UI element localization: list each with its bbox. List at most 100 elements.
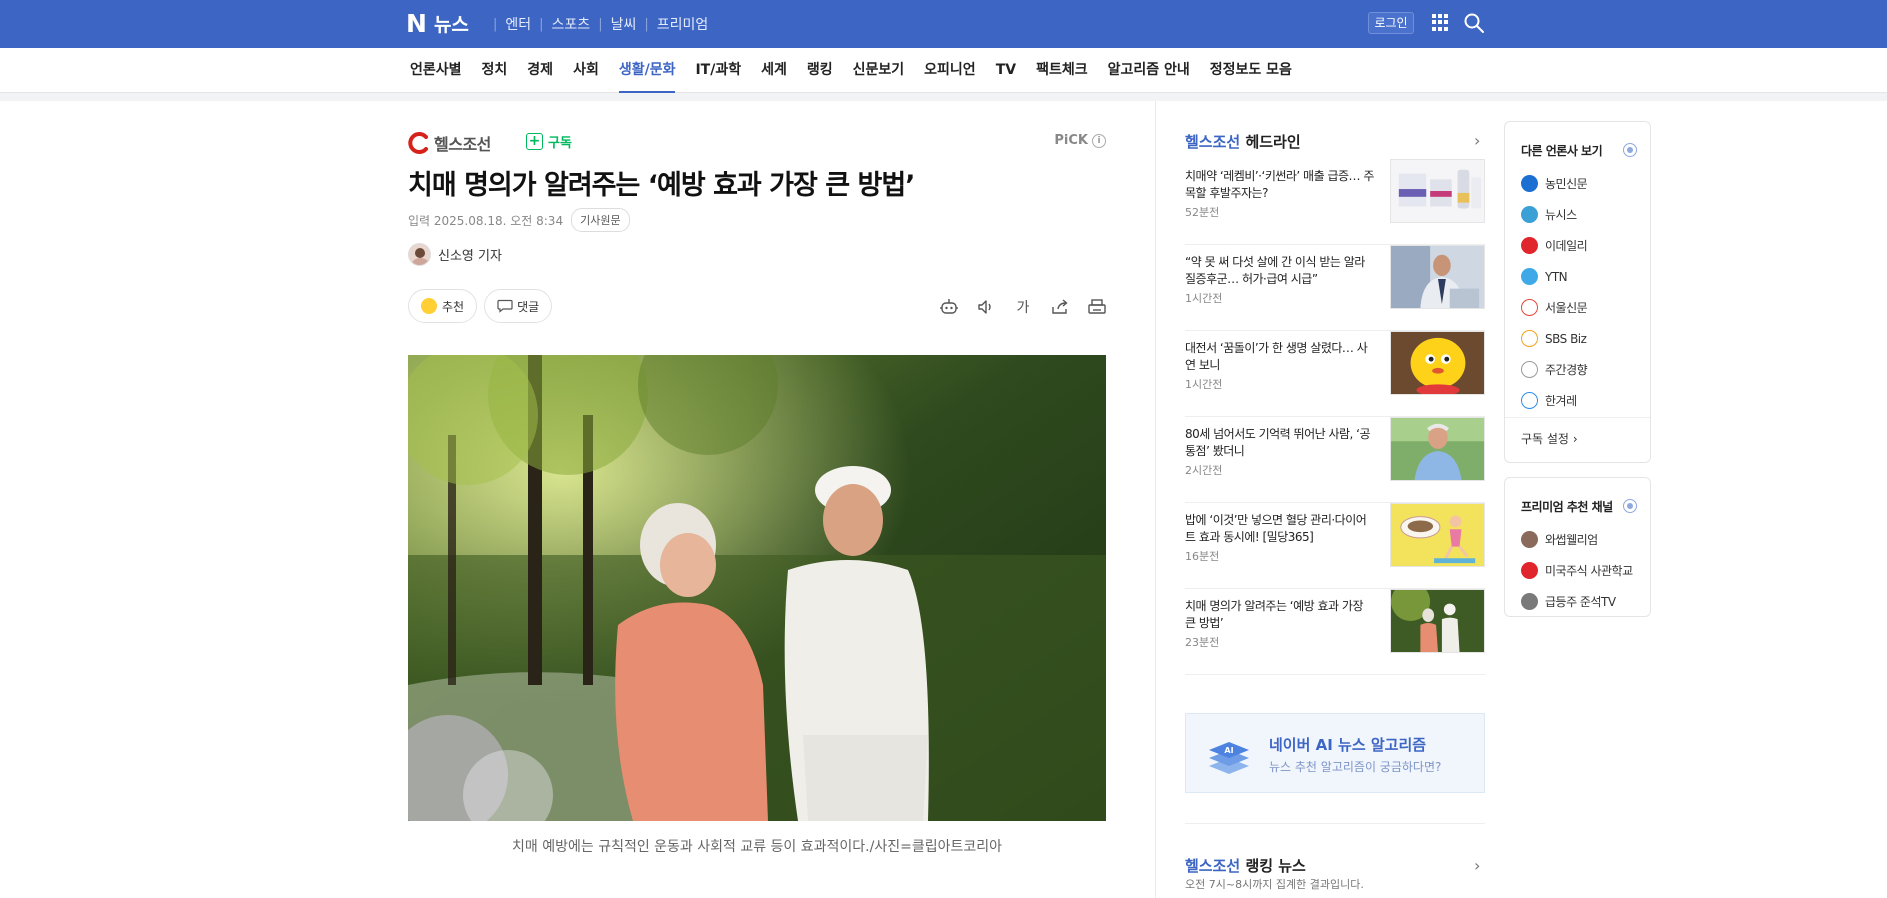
premium-channel-item[interactable]: 와썹웰리엄 xyxy=(1521,524,1633,555)
login-button[interactable]: 로그인 xyxy=(1368,12,1414,34)
headline-item-title: 밥에 ‘이것’만 넣으면 혈당 관리·다이어트 효과 동시에! [밀당365] xyxy=(1185,513,1367,544)
article-meta: 입력 2025.08.18. 오전 8:34 기사원문 xyxy=(408,208,630,232)
headline-brand: 헬스조선 xyxy=(1185,133,1241,151)
headline-item-title: “약 못 써 다섯 살에 간 이식 받는 알라질증후군… 허가·급여 시급” xyxy=(1185,255,1365,286)
recommend-label: 추천 xyxy=(442,299,465,314)
print-icon[interactable] xyxy=(1085,296,1109,318)
press-name: 헬스조선 xyxy=(434,135,491,154)
reporter[interactable]: 신소영 기자 xyxy=(408,243,502,266)
press-item[interactable]: SBS Biz xyxy=(1521,323,1587,354)
premium-channel-item[interactable]: 미국주식 사관학교 xyxy=(1521,555,1633,586)
chevron-right-icon[interactable]: › xyxy=(1474,131,1480,150)
premium-channel-box: 프리미엄 추천 채널 와썹웰리엄 미국주식 사관학교 급등주 준석TV xyxy=(1504,477,1651,617)
ai-layers-icon: AI xyxy=(1209,742,1249,774)
press-logo-icon xyxy=(1521,330,1538,347)
reporter-name: 신소영 기자 xyxy=(438,249,502,264)
naver-news-logo[interactable]: N 뉴스 xyxy=(406,9,469,38)
divider xyxy=(1185,823,1485,824)
channel-name: 급등주 준석TV xyxy=(1545,595,1616,609)
press-item[interactable]: 뉴시스 xyxy=(1521,199,1587,230)
press-item-name: YTN xyxy=(1545,269,1568,284)
original-article-button[interactable]: 기사원문 xyxy=(571,208,630,232)
comment-button[interactable]: 댓글 xyxy=(484,289,553,323)
divider: | xyxy=(539,16,544,32)
category-factcheck[interactable]: 팩트체크 xyxy=(1036,48,1088,93)
channel-avatar xyxy=(1521,562,1538,579)
category-economy[interactable]: 경제 xyxy=(527,48,553,93)
category-opinion[interactable]: 오피니언 xyxy=(924,48,976,93)
article-title: 치매 명의가 알려주는 ‘예방 효과 가장 큰 방법’ xyxy=(408,170,915,201)
divider: | xyxy=(598,16,603,32)
headline-item[interactable]: 대전서 ‘꿈돌이’가 한 생명 살렸다… 사연 보니 1시간전 xyxy=(1185,331,1485,417)
headline-thumbnail xyxy=(1390,503,1485,567)
press-logo[interactable]: 헬스조선 xyxy=(408,131,491,155)
subscribe-settings-link[interactable]: 구독 설정 › xyxy=(1505,417,1650,462)
category-corrections[interactable]: 정정보도 모음 xyxy=(1210,48,1292,93)
category-life-culture[interactable]: 생활/문화 xyxy=(618,48,675,93)
category-society[interactable]: 사회 xyxy=(573,48,599,93)
ai-news-banner[interactable]: AI 네이버 AI 뉴스 알고리즘 뉴스 추천 알고리즘이 궁금하다면? xyxy=(1185,713,1485,793)
headline-thumbnail xyxy=(1390,417,1485,481)
font-size-button[interactable]: 가 xyxy=(1011,296,1035,318)
top-nav-sports[interactable]: 스포츠 xyxy=(552,14,591,34)
category-politics[interactable]: 정치 xyxy=(482,48,508,93)
press-item[interactable]: 주간경향 xyxy=(1521,354,1588,385)
ranking-subtitle: 오전 7시~8시까지 집계한 결과입니다. xyxy=(1185,878,1364,891)
top-nav-weather[interactable]: 날씨 xyxy=(611,14,637,34)
category-ranking[interactable]: 랭킹 xyxy=(807,48,833,93)
apps-grid-icon[interactable] xyxy=(1432,14,1449,31)
headline-item-time: 16분전 xyxy=(1185,550,1220,563)
info-icon[interactable]: i xyxy=(1092,133,1106,148)
ranking-section-title[interactable]: 헬스조선 랭킹 뉴스 xyxy=(1185,855,1306,876)
toggle-icon[interactable] xyxy=(1623,143,1637,157)
press-logo-icon xyxy=(1521,237,1538,254)
press-item[interactable]: 이데일리 xyxy=(1521,230,1588,261)
category-newspaper[interactable]: 신문보기 xyxy=(853,48,905,93)
headline-item[interactable]: 치매약 ‘레켐비’·‘키썬라’ 매출 급증… 주목할 후발주자는? 52분전 xyxy=(1185,159,1485,245)
summary-bot-icon[interactable] xyxy=(937,296,961,318)
headline-section-title[interactable]: 헬스조선 헤드라인 xyxy=(1185,131,1485,152)
premium-channel-item[interactable]: 급등주 준석TV xyxy=(1521,586,1633,617)
channel-avatar xyxy=(1521,531,1538,548)
press-item-name: 농민신문 xyxy=(1545,177,1588,191)
chevron-right-icon[interactable]: › xyxy=(1474,856,1480,875)
press-logo-icon xyxy=(1521,392,1538,409)
ai-banner-title: 네이버 AI 뉴스 알고리즘 xyxy=(1269,736,1427,754)
toggle-icon[interactable] xyxy=(1623,499,1637,513)
health-chosun-mark-icon xyxy=(408,132,428,154)
headline-item[interactable]: 밥에 ‘이것’만 넣으면 혈당 관리·다이어트 효과 동시에! [밀당365] … xyxy=(1185,503,1485,589)
category-tv[interactable]: TV xyxy=(996,48,1016,93)
headline-item[interactable]: 치매 명의가 알려주는 ‘예방 효과 가장 큰 방법’ 23분전 xyxy=(1185,589,1485,675)
chevron-right-icon: › xyxy=(1572,432,1578,446)
top-nav-premium[interactable]: 프리미엄 xyxy=(657,14,709,34)
headline-item[interactable]: 80세 넘어서도 기억력 뛰어난 사람, ‘공통점’ 봤더니 2시간전 xyxy=(1185,417,1485,503)
premium-channel-list: 와썹웰리엄 미국주식 사관학교 급등주 준석TV xyxy=(1521,524,1633,617)
other-press-list: 농민신문 뉴시스 이데일리 YTN 서울신문 SBS Biz 주간경향 한겨레 xyxy=(1521,168,1588,416)
subscribe-button[interactable]: + 구독 xyxy=(526,132,572,151)
headline-item-title: 80세 넘어서도 기억력 뛰어난 사람, ‘공통점’ 봤더니 xyxy=(1185,427,1371,458)
headline-item-time: 23분전 xyxy=(1185,636,1220,649)
category-world[interactable]: 세계 xyxy=(761,48,787,93)
category-it-science[interactable]: IT/과학 xyxy=(695,48,741,93)
category-algorithm[interactable]: 알고리즘 안내 xyxy=(1108,48,1190,93)
press-item[interactable]: 서울신문 xyxy=(1521,292,1588,323)
press-item[interactable]: 농민신문 xyxy=(1521,168,1588,199)
ranking-title: 랭킹 뉴스 xyxy=(1245,857,1306,875)
speaker-icon[interactable] xyxy=(974,296,998,318)
channel-avatar xyxy=(1521,593,1538,610)
search-icon[interactable] xyxy=(1462,11,1486,35)
press-logo-icon xyxy=(1521,268,1538,285)
top-nav-entertainment[interactable]: 엔터 xyxy=(505,14,531,34)
headline-item[interactable]: “약 못 써 다섯 살에 간 이식 받는 알라질증후군… 허가·급여 시급” 1… xyxy=(1185,245,1485,331)
divider: | xyxy=(644,16,649,32)
comment-icon xyxy=(497,299,513,313)
comment-label: 댓글 xyxy=(517,299,540,314)
press-item[interactable]: YTN xyxy=(1521,261,1587,292)
pick-badge[interactable]: PiCK i xyxy=(1054,133,1106,148)
share-icon[interactable] xyxy=(1048,296,1072,318)
category-press[interactable]: 언론사별 xyxy=(410,48,462,93)
headline-item-time: 1시간전 xyxy=(1185,378,1223,391)
recommend-button[interactable]: 추천 xyxy=(408,289,478,323)
press-item[interactable]: 한겨레 xyxy=(1521,385,1587,416)
headline-thumbnail xyxy=(1390,331,1485,395)
